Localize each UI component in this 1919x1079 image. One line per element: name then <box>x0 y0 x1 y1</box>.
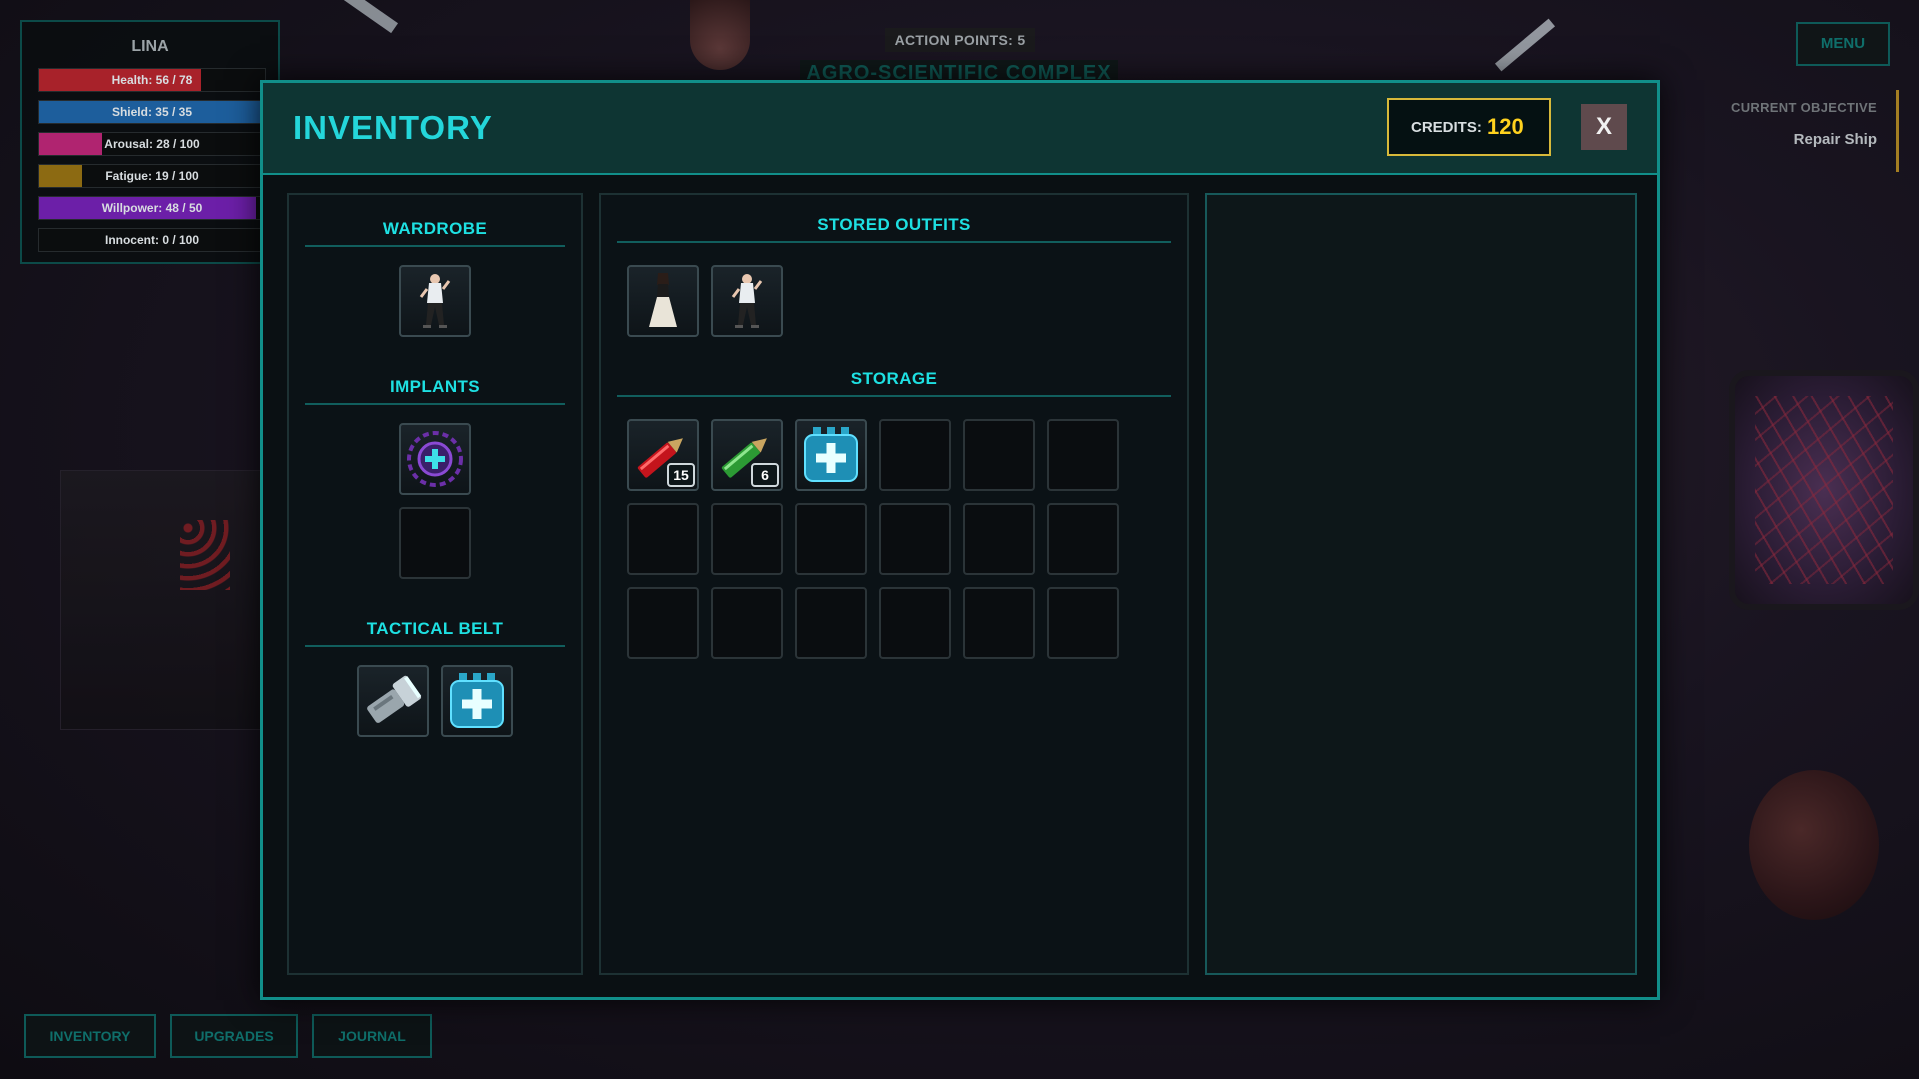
divider <box>617 241 1171 243</box>
tab-inventory[interactable]: INVENTORY <box>24 1014 156 1058</box>
storage-slot-empty[interactable] <box>1047 503 1119 575</box>
medkit-icon <box>443 667 511 735</box>
stat-label: Innocent: 0 / 100 <box>104 233 200 247</box>
bottom-tab-bar: INVENTORY UPGRADES JOURNAL <box>24 1014 432 1058</box>
storage-slot[interactable] <box>795 419 867 491</box>
credits-value: 120 <box>1487 114 1524 139</box>
storage-slot-empty[interactable] <box>795 587 867 659</box>
stat-label: Shield: 35 / 35 <box>111 105 193 119</box>
tab-upgrades[interactable]: UPGRADES <box>170 1014 298 1058</box>
stat-bar: Arousal: 28 / 100 <box>38 132 266 156</box>
stored-outfits-title: STORED OUTFITS <box>817 215 971 234</box>
item-detail-panel <box>1205 193 1637 975</box>
stat-bar: Willpower: 48 / 50 <box>38 196 266 220</box>
background-orb <box>1749 770 1879 920</box>
objective-accent <box>1896 90 1899 172</box>
outfit-icon <box>713 267 781 335</box>
stat-label: Willpower: 48 / 50 <box>101 201 203 215</box>
stat-bar: Innocent: 0 / 100 <box>38 228 266 252</box>
background-pod <box>690 0 750 70</box>
storage-slot-empty[interactable] <box>711 587 783 659</box>
menu-button[interactable]: MENU <box>1796 22 1890 66</box>
storage-slot-empty[interactable] <box>795 503 867 575</box>
stat-bar: Fatigue: 19 / 100 <box>38 164 266 188</box>
storage-slot-empty[interactable] <box>1047 587 1119 659</box>
close-button[interactable]: X <box>1581 104 1627 150</box>
inventory-modal: INVENTORY CREDITS: 120 X WARDROBE IMPLAN… <box>260 80 1660 1000</box>
stat-label: Health: 56 / 78 <box>111 73 193 87</box>
implant-slot-empty[interactable] <box>399 507 471 579</box>
storage-slot[interactable]: 15 <box>627 419 699 491</box>
ceiling-lamp <box>341 0 399 34</box>
wardrobe-title: WARDROBE <box>382 219 488 238</box>
character-stats-panel: LINA Health: 56 / 78 Shield: 35 / 35 Arous… <box>20 20 280 264</box>
stat-label: Arousal: 28 / 100 <box>104 137 200 151</box>
storage-panel: STORED OUTFITS STORAGE 15 6 <box>599 193 1189 975</box>
divider <box>617 395 1171 397</box>
storage-slot-empty[interactable] <box>711 503 783 575</box>
ceiling-lamp <box>1494 18 1556 72</box>
storage-slot-empty[interactable] <box>963 419 1035 491</box>
tab-journal[interactable]: JOURNAL <box>312 1014 432 1058</box>
storage-slot-empty[interactable] <box>963 587 1035 659</box>
storage-slot-empty[interactable] <box>627 587 699 659</box>
background-lights <box>180 520 230 590</box>
objective-value: Repair Ship <box>1793 131 1877 148</box>
stored-outfit-slot[interactable] <box>627 265 699 337</box>
storage-slot-empty[interactable] <box>627 503 699 575</box>
divider <box>305 645 565 647</box>
inventory-header: INVENTORY CREDITS: 120 X <box>263 83 1657 175</box>
tactical-belt-title: TACTICAL BELT <box>366 619 504 638</box>
item-count-badge: 6 <box>751 463 779 487</box>
storage-title: STORAGE <box>850 369 938 388</box>
character-name: LINA <box>131 38 169 55</box>
wardrobe-slot[interactable] <box>399 265 471 337</box>
divider <box>305 403 565 405</box>
stat-bar: Shield: 35 / 35 <box>38 100 266 124</box>
outfit-icon <box>401 267 469 335</box>
stat-bar: Health: 56 / 78 <box>38 68 266 92</box>
implants-title: IMPLANTS <box>389 377 481 396</box>
storage-slot[interactable]: 6 <box>711 419 783 491</box>
equipment-panel: WARDROBE IMPLANTS TACTICAL BELT <box>287 193 583 975</box>
item-count-badge: 15 <box>667 463 695 487</box>
storage-slot-empty[interactable] <box>879 419 951 491</box>
medkit-icon <box>797 421 865 489</box>
dress-outfit-icon <box>629 267 697 335</box>
implant-icon <box>401 425 469 493</box>
inventory-title: INVENTORY <box>293 109 493 146</box>
storage-slot-empty[interactable] <box>879 587 951 659</box>
current-objective: CURRENT OBJECTIVE Repair Ship <box>1731 100 1877 148</box>
flashlight-icon <box>359 667 427 735</box>
credits-box: CREDITS: 120 <box>1387 98 1551 156</box>
background-machine <box>60 470 270 730</box>
background-window <box>1729 370 1919 610</box>
storage-slot-empty[interactable] <box>1047 419 1119 491</box>
stored-outfit-slot[interactable] <box>711 265 783 337</box>
belt-slot[interactable] <box>441 665 513 737</box>
divider <box>305 245 565 247</box>
storage-slot-empty[interactable] <box>879 503 951 575</box>
objective-label: CURRENT OBJECTIVE <box>1731 100 1877 115</box>
belt-slot[interactable] <box>357 665 429 737</box>
implant-slot[interactable] <box>399 423 471 495</box>
stat-label: Fatigue: 19 / 100 <box>105 169 199 183</box>
credits-label: CREDITS: <box>1411 119 1482 136</box>
action-points: ACTION POINTS: 5 <box>885 28 1035 52</box>
storage-slot-empty[interactable] <box>963 503 1035 575</box>
